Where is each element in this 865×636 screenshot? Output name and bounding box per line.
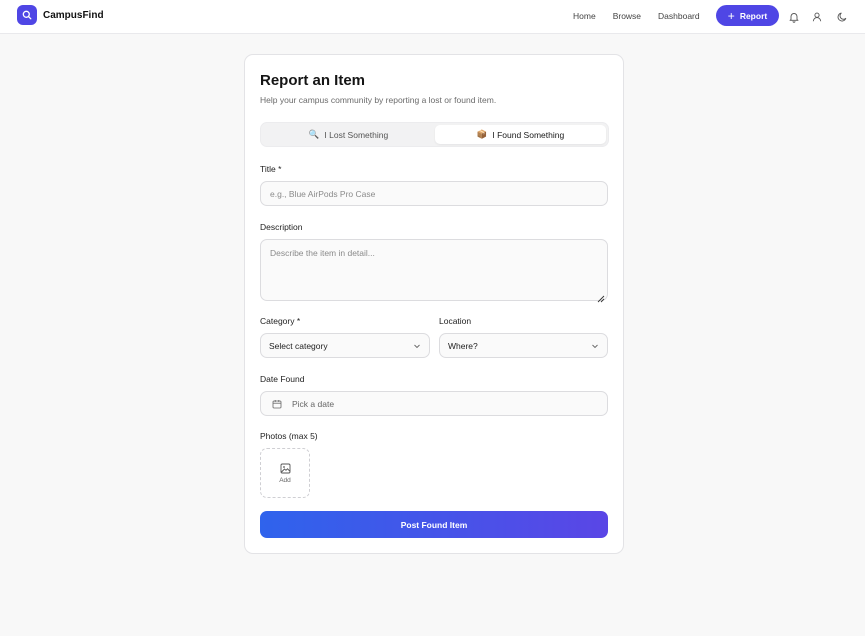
bell-icon[interactable] bbox=[788, 10, 800, 23]
user-icon[interactable] bbox=[811, 10, 823, 22]
nav-link-dashboard[interactable]: Dashboard bbox=[658, 11, 700, 21]
brand[interactable]: CampusFind bbox=[17, 5, 104, 25]
category-select[interactable]: Select category bbox=[260, 333, 430, 358]
location-label: Location bbox=[439, 316, 472, 326]
report-button[interactable]: + Report bbox=[716, 5, 779, 26]
category-select-value: Select category bbox=[269, 340, 328, 351]
category-label: Category * bbox=[260, 316, 301, 326]
tab-found[interactable]: 📦 I Found Something bbox=[435, 125, 606, 144]
report-form-card: Report an Item Help your campus communit… bbox=[244, 54, 624, 554]
description-label: Description bbox=[260, 222, 303, 232]
add-photo-label: Add bbox=[279, 476, 291, 484]
location-select-value: Where? bbox=[448, 340, 478, 351]
chevron-down-icon bbox=[592, 344, 598, 349]
nav-link-home[interactable]: Home bbox=[573, 11, 596, 21]
top-navbar: CampusFind Home Browse Dashboard + Repor… bbox=[0, 0, 865, 34]
report-button-label: Report bbox=[739, 10, 768, 21]
photos-label: Photos (max 5) bbox=[260, 431, 318, 441]
plus-icon: + bbox=[727, 8, 735, 23]
search-icon bbox=[17, 5, 37, 25]
title-label: Title * bbox=[260, 164, 282, 174]
submit-button[interactable]: Post Found Item bbox=[260, 511, 608, 538]
app-name: CampusFind bbox=[43, 9, 104, 21]
moon-icon[interactable] bbox=[836, 10, 848, 22]
calendar-icon bbox=[272, 399, 282, 408]
resize-handle-icon[interactable] bbox=[597, 290, 605, 303]
location-select[interactable]: Where? bbox=[439, 333, 608, 358]
tab-lost-label: I Lost Something bbox=[324, 129, 389, 140]
nav-links: Home Browse Dashboard bbox=[573, 11, 717, 21]
description-textarea[interactable] bbox=[260, 239, 608, 301]
image-icon bbox=[280, 463, 290, 473]
nav-link-browse[interactable]: Browse bbox=[613, 11, 641, 21]
date-placeholder: Pick a date bbox=[292, 398, 335, 409]
date-picker[interactable]: Pick a date bbox=[260, 391, 608, 416]
magnifier-icon: 🔍 bbox=[308, 129, 320, 139]
tab-found-label: I Found Something bbox=[492, 129, 565, 140]
chevron-down-icon bbox=[414, 344, 420, 349]
add-photo-button[interactable]: Add bbox=[260, 448, 310, 498]
page-title: Report an Item bbox=[260, 72, 366, 89]
mode-toggle: 🔍 I Lost Something 📦 I Found Something bbox=[260, 122, 609, 147]
box-icon: 📦 bbox=[476, 129, 488, 139]
page-subtitle: Help your campus community by reporting … bbox=[260, 95, 497, 105]
title-input[interactable] bbox=[260, 181, 608, 206]
date-label: Date Found bbox=[260, 374, 305, 384]
tab-lost[interactable]: 🔍 I Lost Something bbox=[263, 125, 434, 144]
